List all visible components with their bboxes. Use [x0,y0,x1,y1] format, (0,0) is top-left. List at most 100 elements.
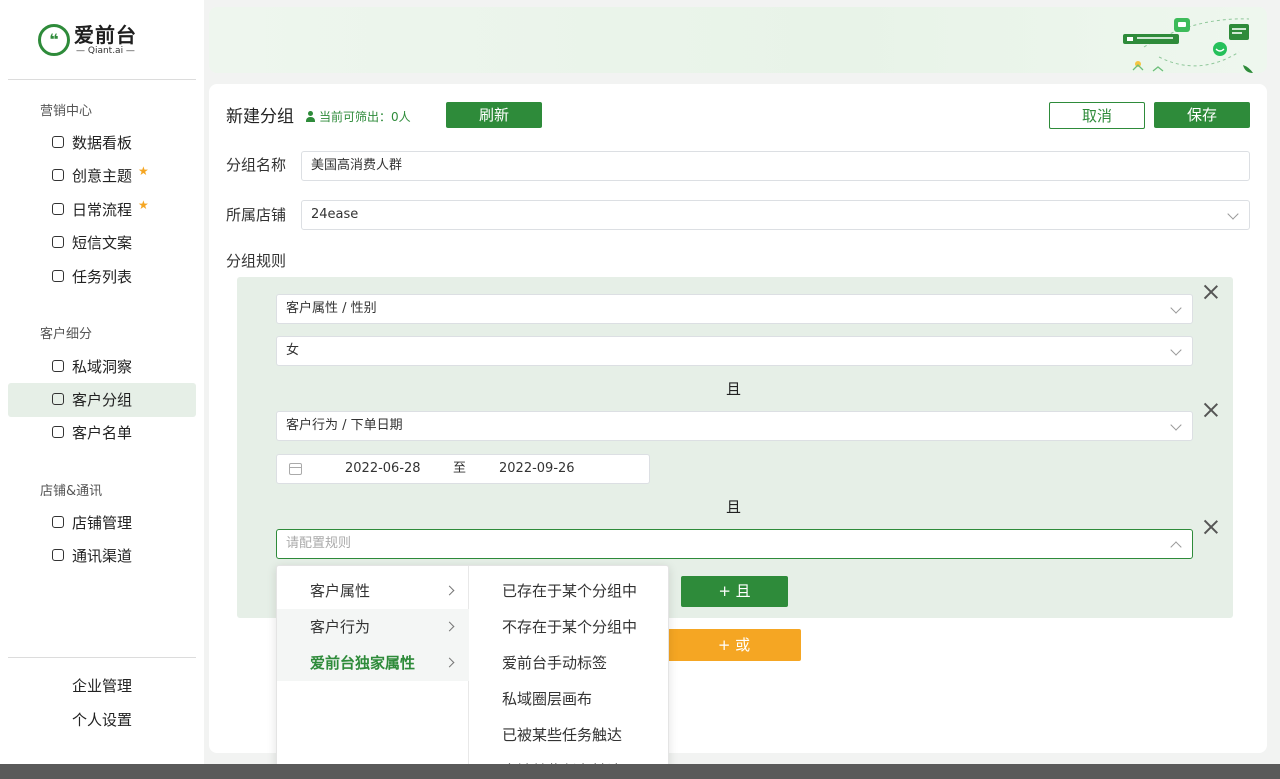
star-icon: ★ [138,164,149,178]
group-name-input[interactable]: 美国高消费人群 [301,151,1250,181]
rule1-value-select[interactable]: 女 [276,336,1193,366]
cascader-item-label: 爱前台独家属性 [310,654,416,672]
rule2-close-icon[interactable] [1204,403,1218,417]
sidebar-item-label: 数据看板 [72,134,133,152]
sidebar-divider [8,657,196,658]
cascader-item-customer-attr[interactable]: 客户属性 [277,573,469,609]
section-title-segment: 客户细分 [40,327,93,342]
sidebar-item-label: 创意主题 [72,167,133,185]
cascader-level1: 客户属性 客户行为 爱前台独家属性 [277,566,469,778]
rule1-value: 女 [286,343,300,358]
chevron-down-icon [1170,302,1182,314]
rule2-attribute-select[interactable]: 客户行为 / 下单日期 [276,411,1193,441]
cascader-item-label: 客户行为 [310,618,371,636]
group-icon [52,393,64,405]
flow-icon [52,203,64,215]
list-icon [52,426,64,438]
star-icon: ★ [138,198,149,212]
sidebar: ❝ 爱前台 — Qiant.ai — 营销中心 数据看板 创意主题 ★ 日常流程… [0,0,204,779]
cascader-sub-item[interactable]: 已存在于某个分组中 [502,573,637,609]
refresh-button[interactable]: 刷新 [446,102,542,128]
dashboard-icon [52,136,64,148]
sidebar-item-dashboard[interactable]: 数据看板 [8,126,196,160]
date-end[interactable]: 2022-09-26 [499,455,575,483]
sidebar-item-label: 店铺管理 [72,514,133,532]
sidebar-item-customer-group[interactable]: 客户分组 [8,383,196,417]
logo-quote-icon: ❝ [38,24,70,56]
sidebar-item-label: 客户名单 [72,424,133,442]
cascader-sub-item[interactable]: 爱前台手动标签 [502,645,607,681]
sidebar-item-label: 短信文案 [72,234,133,252]
add-or-button[interactable]: + 或 [667,629,801,661]
sidebar-item-sms[interactable]: 短信文案 [8,226,196,260]
and-connector: 且 [726,498,742,516]
enterprise-settings-link[interactable]: 企业管理 [72,676,132,696]
chevron-down-icon [1227,208,1239,220]
rule-cascader-dropdown: 客户属性 客户行为 爱前台独家属性 已存在于某个分组中 不存在于某个分组中 爱前… [276,565,669,779]
chevron-right-icon [444,621,455,632]
rule1-attribute-value: 客户属性 / 性别 [286,301,377,316]
chevron-down-icon [1170,419,1182,431]
add-and-button[interactable]: + 且 [681,576,788,607]
date-separator: 至 [453,461,467,476]
cascader-sub-item[interactable]: 不存在于某个分组中 [502,609,637,645]
cascader-item-customer-behavior[interactable]: 客户行为 [277,609,469,645]
store-select-value: 24ease [311,207,359,222]
logo: ❝ 爱前台 — Qiant.ai — [38,23,148,58]
rule1-close-icon[interactable] [1204,285,1218,299]
sidebar-item-label: 客户分组 [72,391,133,409]
task-icon [52,270,64,282]
brand-name: 爱前台 [74,23,137,47]
sidebar-item-label: 通讯渠道 [72,547,133,565]
page-title: 新建分组 [226,107,294,127]
cascader-sub-item[interactable]: 已被某些任务触达 [502,717,622,753]
rule1-attribute-select[interactable]: 客户属性 / 性别 [276,294,1193,324]
chevron-right-icon [444,585,455,596]
person-icon [306,111,315,122]
sidebar-item-label: 日常流程 [72,201,133,219]
sidebar-item-shop[interactable]: 店铺管理 [8,506,196,540]
chevron-up-icon [1170,541,1182,553]
footer-bar [0,764,1280,779]
rule3-config-select[interactable]: 请配置规则 [276,529,1193,559]
date-range-picker[interactable]: 2022-06-28 至 2022-09-26 [276,454,650,484]
filter-count: 当前可筛出：0人 [306,109,411,125]
rule3-placeholder: 请配置规则 [286,536,352,551]
rules-label: 分组规则 [226,252,287,270]
store-select[interactable]: 24ease [301,200,1250,230]
filter-count-text: 当前可筛出：0人 [319,110,411,124]
personal-settings-link[interactable]: 个人设置 [72,710,132,730]
sidebar-item-label: 私域洞察 [72,358,133,376]
sidebar-item-creative[interactable]: 创意主题 ★ [8,159,196,193]
insight-icon [52,360,64,372]
rule2-attribute-value: 客户行为 / 下单日期 [286,418,403,433]
sidebar-item-channel[interactable]: 通讯渠道 [8,539,196,573]
sidebar-divider [8,79,196,80]
cancel-button[interactable]: 取消 [1049,102,1145,129]
top-banner [209,7,1267,73]
sidebar-item-tasks[interactable]: 任务列表 [8,260,196,294]
date-start[interactable]: 2022-06-28 [345,455,421,483]
shop-icon [52,516,64,528]
cascader-item-exclusive-attr[interactable]: 爱前台独家属性 [277,645,469,681]
cascader-item-label: 客户属性 [310,582,371,600]
sidebar-item-label: 任务列表 [72,268,133,286]
group-name-label: 分组名称 [226,156,287,174]
sidebar-item-daily-flow[interactable]: 日常流程 ★ [8,193,196,227]
rule3-close-icon[interactable] [1204,520,1218,534]
cascader-sub-item[interactable]: 私域圈层画布 [502,681,592,717]
banner-illustration [1123,18,1253,73]
sidebar-item-insight[interactable]: 私域洞察 [8,350,196,384]
save-button[interactable]: 保存 [1154,102,1250,128]
store-label: 所属店铺 [226,206,287,224]
brand-sub: — Qiant.ai — [76,46,135,56]
calendar-icon [289,463,302,475]
message-icon [52,236,64,248]
section-title-store: 店铺&通讯 [40,484,103,499]
chevron-right-icon [444,657,455,668]
section-title-marketing: 营销中心 [40,104,93,119]
chevron-down-icon [1170,344,1182,356]
sidebar-item-customer-list[interactable]: 客户名单 [8,416,196,450]
channel-icon [52,549,64,561]
and-connector: 且 [726,380,742,398]
